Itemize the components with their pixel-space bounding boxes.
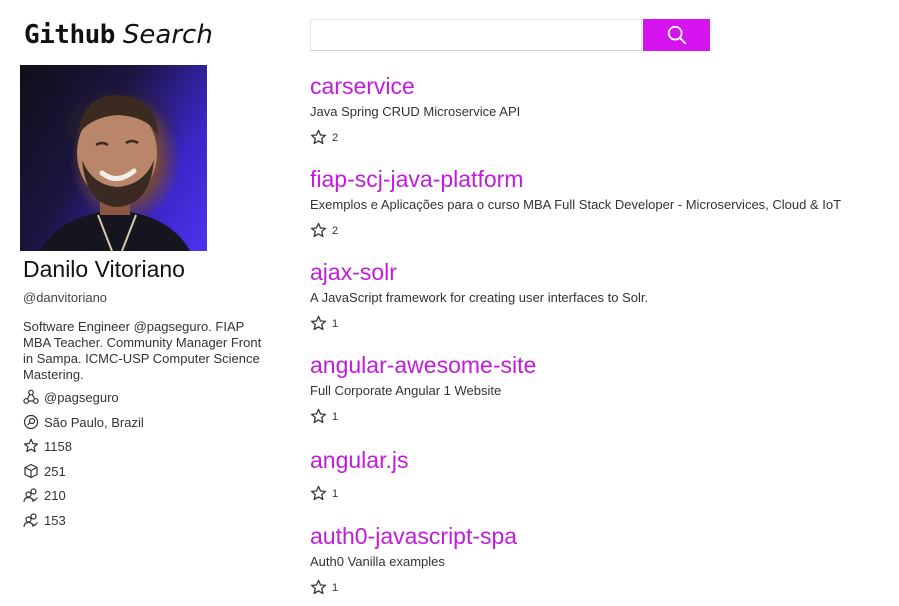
repo-star-count: 1	[332, 487, 339, 500]
company-text: @pagseguro	[44, 389, 119, 405]
search-icon	[667, 25, 686, 45]
logo-main-text: Github	[24, 20, 115, 50]
repo-item: fiap-scj-java-platform Exemplos e Aplica…	[310, 165, 841, 238]
repo-link[interactable]: fiap-scj-java-platform	[310, 165, 523, 193]
repo-star-count: 1	[332, 410, 339, 423]
repo-item: ajax-solr A JavaScript framework for cre…	[310, 258, 648, 331]
following-icon	[23, 513, 38, 528]
stars-count: 1158	[44, 438, 72, 454]
repo-stars: 1	[310, 315, 338, 332]
profile-company: @pagseguro	[23, 389, 119, 405]
repo-star-count: 2	[332, 224, 339, 237]
repo-item: angular-awesome-site Full Corporate Angu…	[310, 351, 536, 424]
profile-name: Danilo Vitoriano	[23, 256, 185, 282]
repo-description: A JavaScript framework for creating user…	[310, 290, 649, 305]
avatar-illustration	[40, 95, 190, 251]
app-logo[interactable]: Github Search	[24, 20, 213, 50]
profile-followers: 210	[23, 487, 66, 503]
star-icon	[310, 579, 327, 595]
followers-count: 210	[44, 487, 66, 503]
repo-stars: 1	[310, 408, 338, 425]
profile-stars: 1158	[23, 438, 72, 454]
repo-link[interactable]: carservice	[310, 72, 415, 100]
star-icon	[310, 408, 327, 424]
profile-bio: Software Engineer @pagseguro. FIAP MBA T…	[23, 319, 262, 382]
repos-count: 251	[44, 463, 66, 479]
repo-star-count: 2	[332, 131, 339, 144]
repository-box-icon	[24, 463, 38, 479]
organization-icon	[23, 389, 39, 404]
star-icon	[310, 315, 327, 331]
profile-login[interactable]: @danvitoriano	[23, 290, 107, 305]
repo-item: auth0-javascript-spa Auth0 Vanilla examp…	[310, 522, 517, 595]
star-icon	[310, 129, 327, 145]
profile-repos: 251	[23, 463, 66, 479]
repo-link[interactable]: angular.js	[310, 446, 408, 474]
search-input[interactable]	[310, 19, 642, 51]
repo-link[interactable]: ajax-solr	[310, 258, 397, 286]
repo-description: Java Spring CRUD Microservice API	[310, 104, 521, 119]
location-text: São Paulo, Brazil	[44, 414, 144, 430]
repo-star-count: 1	[332, 317, 339, 330]
repo-stars: 1	[310, 485, 338, 502]
repo-link[interactable]: angular-awesome-site	[310, 351, 536, 379]
repo-description: Full Corporate Angular 1 Website	[310, 383, 502, 398]
logo-sub-text: Search	[122, 20, 213, 50]
repo-stars: 1	[310, 579, 338, 596]
repo-item: angular.js 1	[310, 446, 408, 501]
star-icon	[23, 438, 39, 453]
repo-item: carservice Java Spring CRUD Microservice…	[310, 72, 520, 145]
repo-description: Auth0 Vanilla examples	[310, 554, 445, 569]
profile-following: 153	[23, 512, 66, 528]
followers-icon	[23, 488, 38, 503]
following-count: 153	[44, 512, 66, 528]
search-button[interactable]	[643, 19, 710, 51]
repo-star-count: 1	[332, 581, 339, 594]
star-icon	[310, 485, 327, 501]
repo-stars: 2	[310, 129, 338, 146]
location-icon	[23, 414, 39, 430]
repo-link[interactable]: auth0-javascript-spa	[310, 522, 517, 550]
star-icon	[310, 222, 327, 238]
avatar	[20, 65, 207, 251]
repo-description: Exemplos e Aplicações para o curso MBA F…	[310, 197, 842, 212]
profile-location: São Paulo, Brazil	[23, 414, 144, 430]
page: Github Search Danilo Vitoriano @danvitor…	[0, 0, 899, 606]
repo-stars: 2	[310, 222, 338, 239]
